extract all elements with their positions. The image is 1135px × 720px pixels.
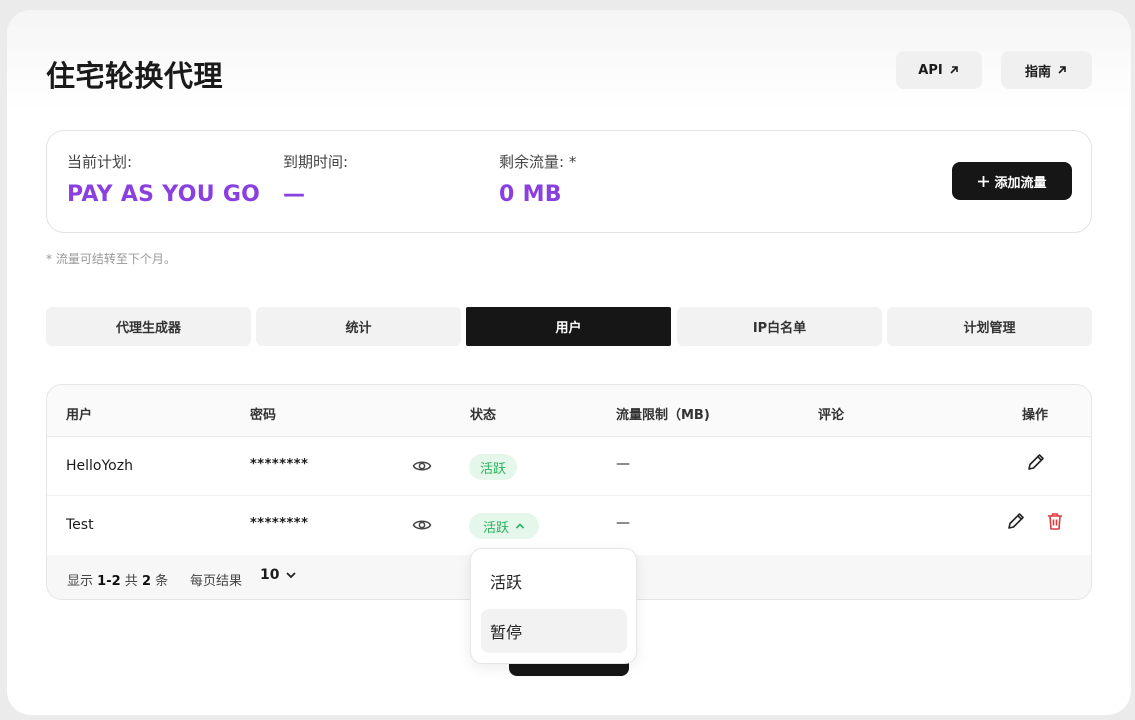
- tab-statistics[interactable]: 统计: [256, 307, 461, 346]
- col-traffic-limit: 流量限制（MB): [616, 408, 710, 423]
- pagination-info: 显示 1-2 共 2 条: [67, 570, 168, 589]
- api-button-label: API: [918, 62, 943, 78]
- per-page-value: 10: [260, 567, 280, 583]
- per-page-label: 每页结果: [190, 574, 243, 589]
- chevron-up-icon: [515, 523, 525, 529]
- traffic-limit-value: —: [616, 456, 630, 472]
- current-plan-label: 当前计划:: [67, 153, 133, 171]
- plan-summary: 当前计划: PAY AS YOU GO 到期时间: — 剩余流量: * 0 MB…: [46, 130, 1092, 233]
- col-actions: 操作: [1022, 408, 1049, 423]
- guide-button-label: 指南: [1024, 64, 1051, 80]
- traffic-label: 剩余流量: *: [499, 153, 577, 171]
- status-dropdown-menu: 活跃 暂停: [470, 548, 637, 664]
- main-card: 住宅轮换代理 API 指南 当前计划: PAY AS YOU GO 到期时间: …: [7, 10, 1131, 715]
- range-value: 1-2: [97, 574, 121, 589]
- arrow-up-right-icon: [1058, 66, 1066, 74]
- tab-proxy-generator[interactable]: 代理生成器: [46, 307, 251, 346]
- plus-icon: [978, 175, 990, 187]
- eye-icon[interactable]: [412, 515, 432, 535]
- trash-icon[interactable]: [1044, 510, 1066, 532]
- chevron-down-icon: [286, 572, 297, 579]
- table-header: 用户 密码 状态 流量限制（MB) 评论 操作: [47, 385, 1091, 437]
- password-value: ********: [250, 516, 309, 531]
- current-plan: 当前计划: PAY AS YOU GO: [67, 151, 260, 207]
- status-option-paused[interactable]: 暂停: [481, 609, 627, 653]
- tab-ip-whitelist[interactable]: IP白名单: [677, 307, 882, 346]
- remaining-traffic: 剩余流量: * 0 MB: [499, 151, 576, 207]
- status-dropdown-toggle[interactable]: 活跃: [469, 513, 539, 539]
- pencil-icon[interactable]: [1025, 451, 1047, 473]
- add-traffic-label: 添加流量: [994, 175, 1047, 191]
- status-label: 活跃: [479, 461, 506, 477]
- eye-icon[interactable]: [412, 456, 432, 476]
- guide-button[interactable]: 指南: [1001, 51, 1092, 89]
- traffic-limit-value: —: [616, 515, 630, 531]
- col-password: 密码: [250, 408, 277, 423]
- total-word: 共: [124, 574, 138, 589]
- unit-label: 条: [155, 574, 169, 589]
- user-name: Test: [66, 517, 94, 533]
- status-badge[interactable]: 活跃: [469, 454, 517, 480]
- page-title: 住宅轮换代理: [46, 59, 224, 93]
- tab-plan-management[interactable]: 计划管理: [887, 307, 1092, 346]
- total-value: 2: [141, 574, 151, 589]
- col-user: 用户: [66, 408, 93, 423]
- api-button[interactable]: API: [896, 51, 982, 89]
- status-label: 活跃: [482, 520, 509, 536]
- current-plan-value: PAY AS YOU GO: [67, 182, 261, 207]
- per-page-select[interactable]: 10: [260, 567, 297, 583]
- expiry-label: 到期时间:: [283, 153, 349, 171]
- status-option-active[interactable]: 活跃: [481, 559, 627, 603]
- expiry: 到期时间: —: [283, 151, 348, 207]
- add-traffic-button[interactable]: 添加流量: [952, 162, 1072, 200]
- table-row: HelloYozh ******** 活跃 —: [47, 437, 1091, 496]
- tab-bar: 代理生成器 统计 用户 IP白名单 计划管理: [46, 307, 1092, 346]
- col-status: 状态: [470, 408, 497, 423]
- show-label: 显示: [67, 574, 94, 589]
- traffic-value: 0 MB: [499, 182, 562, 207]
- user-name: HelloYozh: [66, 458, 133, 474]
- pencil-icon[interactable]: [1005, 510, 1027, 532]
- traffic-note: * 流量可结转至下个月。: [46, 252, 176, 266]
- arrow-up-right-icon: [950, 66, 958, 74]
- table-row: Test ******** 活跃 —: [47, 496, 1091, 555]
- tab-users[interactable]: 用户: [466, 307, 671, 346]
- expiry-value: —: [283, 182, 306, 207]
- col-comment: 评论: [818, 408, 845, 423]
- password-value: ********: [250, 457, 309, 472]
